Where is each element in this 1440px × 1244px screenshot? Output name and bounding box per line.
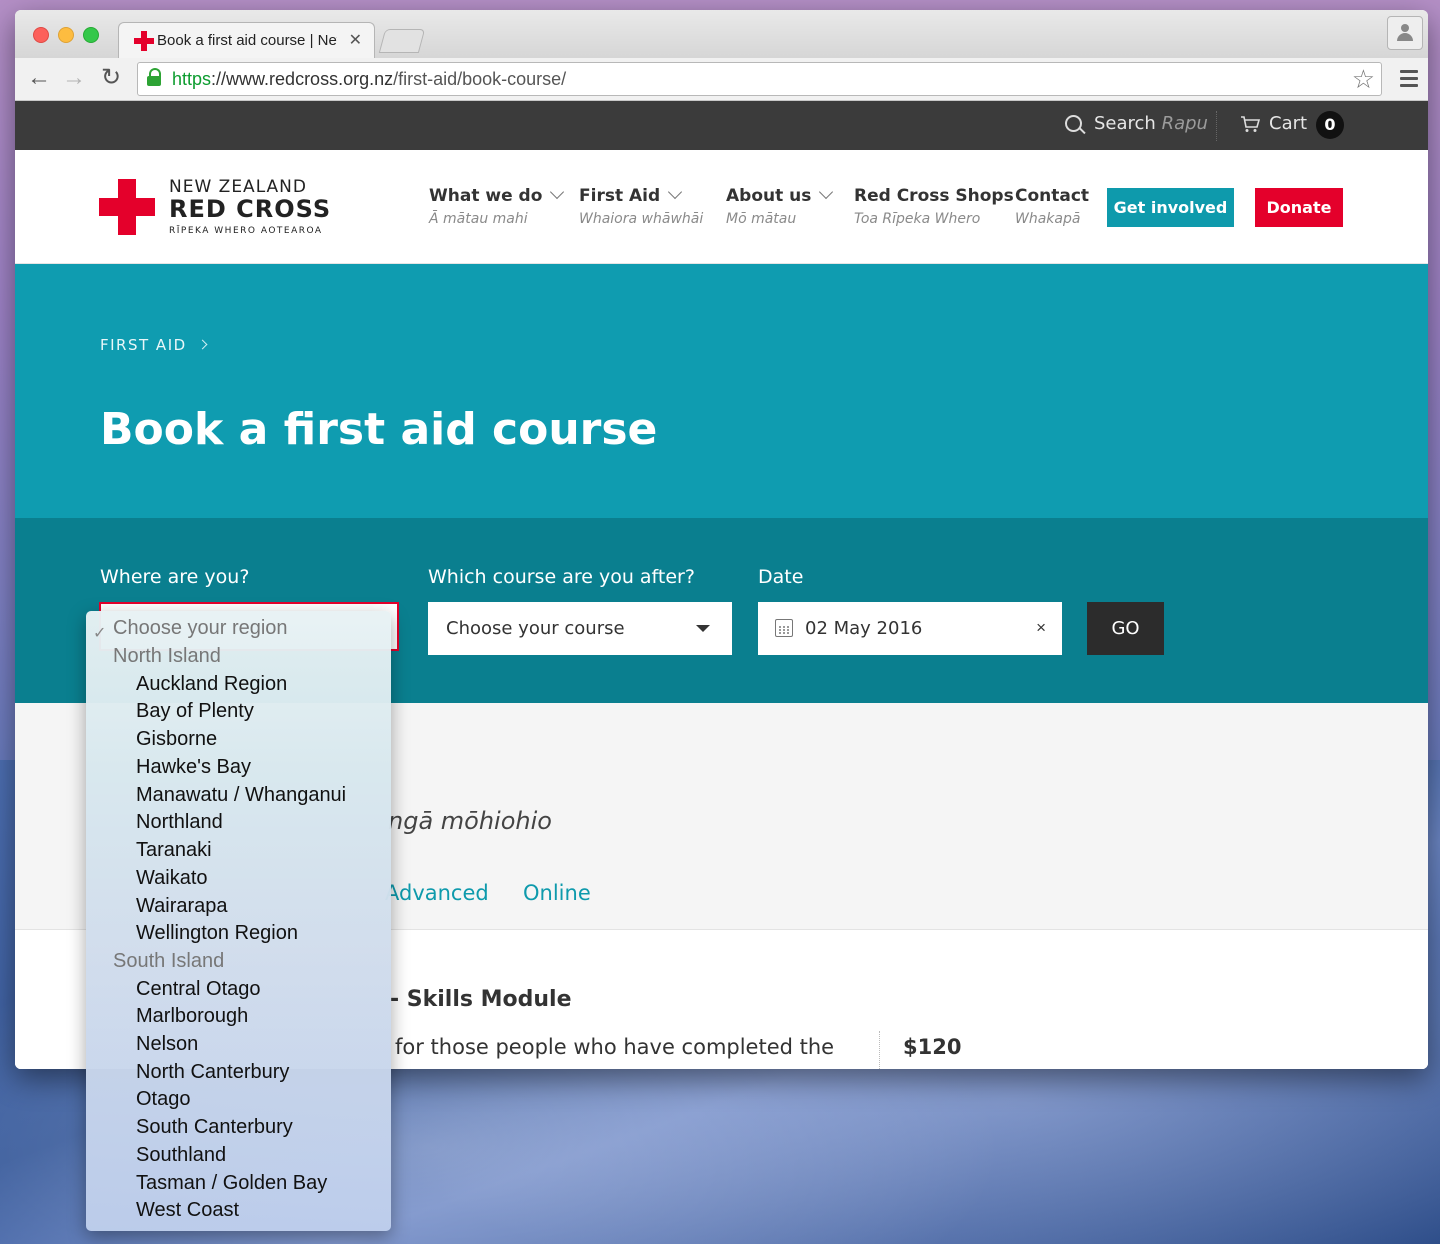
page-title: Book a first aid course: [100, 404, 658, 455]
course-label: Which course are you after?: [428, 566, 695, 588]
tab-online[interactable]: Online: [523, 881, 591, 905]
minimize-window-button[interactable]: [58, 27, 74, 43]
dropdown-option[interactable]: Otago: [136, 1088, 190, 1111]
maximize-window-button[interactable]: [83, 27, 99, 43]
hero-banner: FIRST AID Book a first aid course: [15, 264, 1428, 518]
back-arrow-icon[interactable]: ←: [27, 66, 51, 90]
bookmark-star-icon[interactable]: ☆: [1352, 64, 1375, 95]
dropdown-option[interactable]: Southland: [136, 1144, 226, 1167]
course-description: for those people who have completed the: [395, 1035, 835, 1059]
dropdown-option[interactable]: Wairarapa: [136, 895, 228, 918]
dropdown-option[interactable]: Tasman / Golden Bay: [136, 1172, 327, 1195]
toolbar: ← → ↻ https://www.redcross.org.nz/first-…: [15, 58, 1428, 101]
profile-button[interactable]: [1387, 16, 1423, 50]
person-icon: [1401, 24, 1409, 32]
menu-icon[interactable]: [1400, 70, 1418, 91]
clear-date-icon[interactable]: ×: [1036, 618, 1046, 638]
nav-red-cross-shops[interactable]: Red Cross Shops Toa Rīpeka Whero: [854, 186, 1014, 227]
course-price: $120: [903, 1035, 962, 1059]
chevron-right-icon: [197, 339, 208, 350]
dropdown-option[interactable]: Gisborne: [136, 728, 217, 751]
address-bar[interactable]: https://www.redcross.org.nz/first-aid/bo…: [137, 62, 1382, 96]
dropdown-option[interactable]: Taranaki: [136, 839, 212, 862]
cart-icon: [1241, 116, 1260, 132]
utility-bar: Search Rapu Cart 0: [15, 101, 1428, 150]
dropdown-group-label: North Island: [113, 645, 221, 667]
forward-arrow-icon[interactable]: →: [62, 66, 86, 90]
region-label: Where are you?: [100, 566, 250, 588]
tab-close-icon[interactable]: ✕: [349, 30, 362, 50]
dropdown-option[interactable]: West Coast: [136, 1199, 239, 1222]
chevron-down-icon: [550, 184, 565, 200]
dropdown-option[interactable]: Auckland Region: [136, 673, 287, 696]
dropdown-option-selected[interactable]: Choose your region: [113, 617, 288, 640]
dropdown-option[interactable]: Waikato: [136, 867, 208, 890]
dropdown-option[interactable]: North Canterbury: [136, 1061, 289, 1084]
reload-icon[interactable]: ↻: [101, 66, 121, 90]
cart-count-badge: 0: [1316, 111, 1344, 139]
go-button[interactable]: GO: [1087, 602, 1164, 655]
chevron-down-icon: [819, 184, 834, 200]
dropdown-option[interactable]: Central Otago: [136, 978, 261, 1001]
nav-contact[interactable]: Contact Whakapā: [1015, 186, 1089, 227]
nav-what-we-do[interactable]: What we do Ā mātau mahi: [429, 184, 565, 227]
nav-about-us[interactable]: About us Mō mātau: [726, 184, 834, 227]
new-tab-button[interactable]: [378, 29, 426, 53]
calendar-icon[interactable]: [775, 619, 793, 637]
site-header: NEW ZEALAND RED CROSS RĪPEKA WHERO AOTEA…: [15, 150, 1428, 264]
red-cross-logo-icon[interactable]: [99, 179, 155, 235]
url-text: https://www.redcross.org.nz/first-aid/bo…: [172, 69, 567, 89]
date-field[interactable]: 02 May 2016 ×: [758, 602, 1062, 655]
course-select[interactable]: Choose your course: [428, 602, 732, 655]
dropdown-option[interactable]: South Canterbury: [136, 1116, 293, 1139]
course-title[interactable]: - Skills Module: [390, 987, 572, 1012]
dropdown-option[interactable]: Wellington Region: [136, 922, 298, 945]
lock-icon: [147, 68, 161, 86]
logo-text[interactable]: NEW ZEALAND RED CROSS RĪPEKA WHERO AOTEA…: [169, 177, 331, 236]
region-dropdown-menu: ✓ Choose your region North Island Auckla…: [86, 611, 391, 1231]
tab-bar: Book a first aid course | New Zealand Re…: [15, 10, 1428, 59]
dropdown-option[interactable]: Nelson: [136, 1033, 198, 1056]
tab-title: Book a first aid course | New Zealand Re…: [157, 32, 337, 49]
nav-first-aid[interactable]: First Aid Whaiora whāwhāi: [579, 184, 703, 227]
close-window-button[interactable]: [33, 27, 49, 43]
divider: [1216, 111, 1218, 141]
red-cross-favicon-icon: [134, 31, 154, 51]
section-subtitle: ngā mōhiohio: [388, 807, 552, 835]
browser-tab[interactable]: Book a first aid course | New Zealand Re…: [118, 22, 375, 59]
tab-advanced[interactable]: Advanced: [385, 881, 489, 905]
dropdown-option[interactable]: Hawke's Bay: [136, 756, 251, 779]
dropdown-option[interactable]: Manawatu / Whanganui: [136, 784, 346, 807]
donate-button[interactable]: Donate: [1255, 188, 1343, 227]
chevron-down-icon: [668, 184, 683, 200]
caret-down-icon: [696, 625, 710, 632]
dropdown-option[interactable]: Marlborough: [136, 1005, 248, 1028]
search-icon: [1065, 115, 1082, 132]
checkmark-icon: ✓: [93, 625, 107, 642]
breadcrumb[interactable]: FIRST AID: [100, 336, 208, 354]
dropdown-option[interactable]: Northland: [136, 811, 223, 834]
dropdown-option[interactable]: Bay of Plenty: [136, 700, 254, 723]
get-involved-button[interactable]: Get involved: [1107, 188, 1234, 227]
date-label: Date: [758, 566, 804, 588]
dropdown-group-label: South Island: [113, 950, 225, 972]
